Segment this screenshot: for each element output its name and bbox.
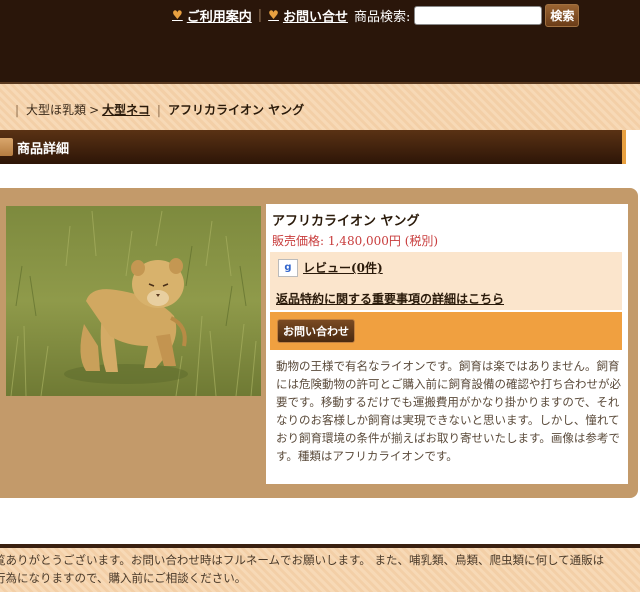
breadcrumb: | 大型ほ乳類 > 大型ネコ | アフリカライオン ヤング: [8, 101, 304, 118]
search-label: 商品検索:: [353, 9, 411, 25]
search-input[interactable]: [414, 5, 543, 25]
nav-separator: |: [257, 7, 263, 23]
product-photo: [6, 206, 261, 396]
breadcrumb-divider: |: [15, 102, 20, 117]
product-name: アフリカライオン ヤング: [272, 214, 420, 229]
heart-icon: ♥: [268, 8, 279, 22]
nav-contact-label: お問い合せ: [282, 9, 348, 25]
footer-line-2: 行為になりますので、購入前にご相談ください。: [0, 571, 247, 585]
review-link[interactable]: レビュー(0件): [303, 259, 383, 276]
section-header: 商品詳細: [0, 130, 626, 164]
review-service-icon: g: [278, 259, 298, 277]
breadcrumb-subcategory-link[interactable]: 大型ネコ: [102, 101, 150, 118]
section-accent: [622, 130, 626, 164]
nav-guide-label: ご利用案内: [186, 9, 252, 25]
product-description: 動物の王様で有名なライオンです。飼育は楽ではありません。飼育には危険動物の許可と…: [276, 359, 621, 463]
heart-icon: ♥: [172, 8, 183, 22]
top-nav: ♥ ご利用案内 | ♥ お問い合せ 商品検索: 検索: [172, 3, 580, 27]
breadcrumb-current: アフリカライオン ヤング: [167, 103, 305, 117]
breadcrumb-arrow: >: [89, 102, 100, 117]
footer-line-1: 覧ありがとうございます。お問い合わせ時はフルネームでお願いします。 また、哺乳類…: [0, 553, 605, 567]
section-title: 商品詳細: [17, 142, 70, 157]
breadcrumb-category[interactable]: 大型ほ乳類: [26, 101, 86, 118]
product-price: 販売価格: 1,480,000円 (税別): [272, 234, 439, 248]
nav-contact-link[interactable]: ♥ お問い合せ: [268, 6, 348, 25]
bookmark-icon: [0, 138, 13, 156]
lion-cub-photo-icon: [6, 206, 261, 396]
breadcrumb-divider: |: [156, 102, 161, 117]
breadcrumb-bar: | 大型ほ乳類 > 大型ネコ | アフリカライオン ヤング: [0, 84, 640, 130]
search-button[interactable]: 検索: [545, 3, 580, 27]
site-header: ♥ ご利用案内 | ♥ お問い合せ 商品検索: 検索: [0, 0, 640, 82]
return-policy-link[interactable]: 返品特約に関する重要事項の詳細はこちら: [276, 290, 504, 307]
nav-guide-link[interactable]: ♥ ご利用案内: [172, 6, 252, 25]
site-footer: 覧ありがとうございます。お問い合わせ時はフルネームでお願いします。 また、哺乳類…: [0, 548, 640, 592]
inquiry-button[interactable]: お問い合わせ: [277, 319, 355, 343]
